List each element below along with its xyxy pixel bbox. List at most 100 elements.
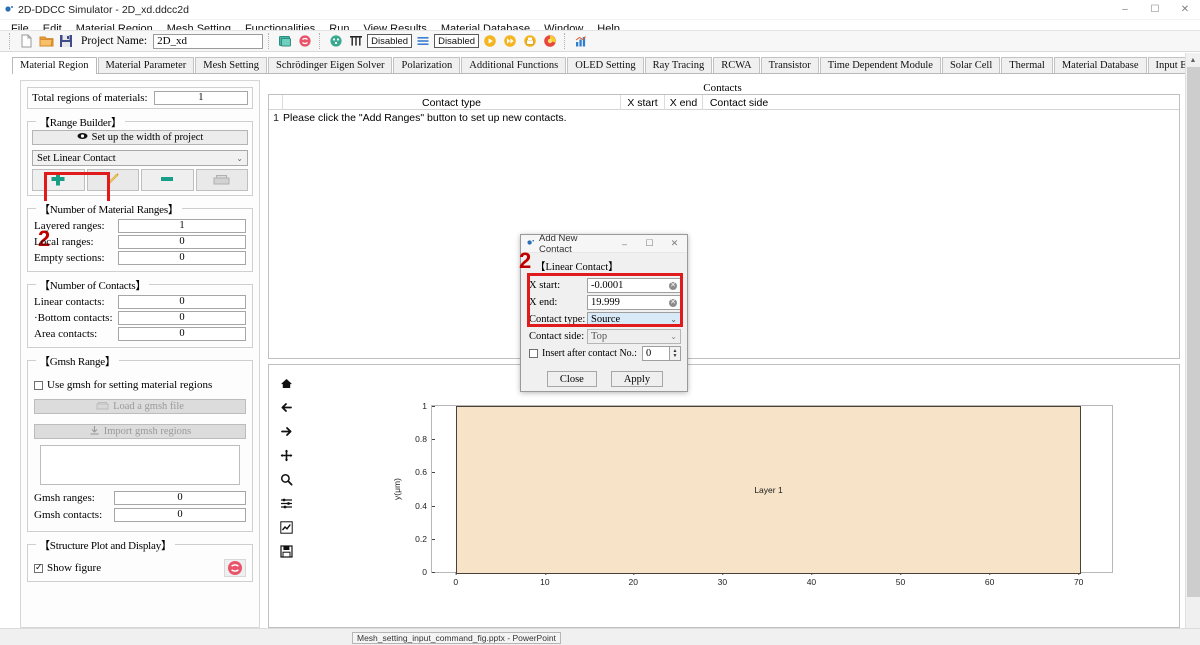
tab-rcwa[interactable]: RCWA [713,57,760,73]
project-name-input[interactable]: 2D_xd [153,33,264,49]
structure-icon[interactable] [276,32,294,50]
gmsh-range-group: 【Gmsh Range】 Use gmsh for setting materi… [27,353,253,532]
edit-axis-icon[interactable] [278,519,294,535]
forward-arrow-icon[interactable] [278,423,294,439]
tab-oled-setting[interactable]: OLED Setting [567,57,644,73]
matplotlib-toolbar [275,375,297,559]
dialog-maximize-button[interactable]: ☐ [637,238,662,249]
minimize-button[interactable]: – [1110,0,1140,20]
refresh-icon[interactable] [296,32,314,50]
stepper-down-icon[interactable]: ▼ [673,354,678,359]
zoom-icon[interactable] [278,471,294,487]
step-marker-dialog: 2 [519,248,532,273]
x-tick: 30 [718,572,727,587]
save-icon[interactable] [57,32,75,50]
column-x-start[interactable]: X start [621,95,665,110]
run-next-icon[interactable] [501,32,519,50]
gmsh-ranges-input[interactable]: 0 [114,491,246,505]
empty-sections-input[interactable]: 0 [118,251,246,265]
layered-ranges-input[interactable]: 1 [118,219,246,233]
insert-after-label: Insert after contact No.: [542,348,637,359]
taskbar-item-powerpoint[interactable]: Mesh_setting_input_command_fig.pptx - Po… [352,632,561,644]
new-file-icon[interactable] [17,32,35,50]
dialog-close-button[interactable]: ✕ [662,238,687,249]
minus-icon [159,171,175,190]
import-gmsh-regions-button[interactable]: Import gmsh regions [34,424,246,439]
gmsh-contacts-input[interactable]: 0 [114,508,246,522]
tab-material-region[interactable]: Material Region [12,57,97,74]
tab-transistor[interactable]: Transistor [760,57,819,73]
tab-thermal[interactable]: Thermal [1001,57,1053,73]
linear-contacts-input[interactable]: 0 [118,295,246,309]
contacts-table: Contact type X start X end Contact side … [268,94,1180,359]
refresh-plot-icon[interactable] [224,559,246,577]
tab-mesh-setting[interactable]: Mesh Setting [195,57,267,73]
contact-side-value: Top [591,331,608,342]
page-scrollbar[interactable]: ▲ ▼ [1185,53,1200,638]
back-arrow-icon[interactable] [278,399,294,415]
mesh-status-box[interactable]: Disabled [367,34,413,48]
tab-schrodinger-eigen-solver[interactable]: Schrödinger Eigen Solver [268,57,393,73]
table-row[interactable]: 1 Please click the "Add Ranges" button t… [269,110,1179,125]
load-gmsh-file-button[interactable]: Load a gmsh file [34,399,246,414]
row-message: Please click the "Add Ranges" button to … [283,111,567,124]
bottom-contacts-input[interactable]: 0 [118,311,246,325]
use-gmsh-checkbox[interactable] [34,380,43,390]
stop-icon[interactable] [541,32,559,50]
column-contact-side[interactable]: Contact side [703,95,775,110]
application-window: 2D-DDCC Simulator - 2D_xd.ddcc2d – ☐ ✕ F… [0,0,1200,645]
insert-after-input[interactable]: 0 [642,346,670,361]
save-figure-icon[interactable] [278,543,294,559]
dialog-minimize-button[interactable]: – [612,239,637,249]
mesh-icon[interactable] [327,32,345,50]
layer-region-1[interactable]: Layer 1 [456,406,1081,574]
pan-icon[interactable] [278,447,294,463]
area-contacts-input[interactable]: 0 [118,327,246,341]
main-toolbar: Project Name: 2D_xd Disabled Disabled [0,30,1200,52]
run-icon[interactable] [481,32,499,50]
apply-button[interactable]: Apply [610,371,664,387]
export-icon[interactable] [521,32,539,50]
gmsh-contacts-label: Gmsh contacts: [34,509,103,521]
close-button[interactable]: Close [546,371,597,387]
configure-subplots-icon[interactable] [278,495,294,511]
window-controls: – ☐ ✕ [1110,0,1200,20]
column-contact-type[interactable]: Contact type [283,95,621,110]
contact-mode-value: Set Linear Contact [37,152,116,164]
gmsh-ranges-label: Gmsh ranges: [34,492,95,504]
material-ranges-title: 【Number of Material Ranges】 [36,201,182,217]
list-icon[interactable] [414,32,432,50]
open-folder-icon[interactable] [37,32,55,50]
second-status-box[interactable]: Disabled [434,34,480,48]
gmsh-file-list[interactable] [40,445,240,485]
tab-time-dependent-module[interactable]: Time Dependent Module [819,57,941,73]
maximize-button[interactable]: ☐ [1140,0,1170,20]
show-figure-checkbox[interactable] [34,562,43,573]
scrollbar-thumb[interactable] [1187,67,1200,597]
insert-after-stepper[interactable]: ▲ ▼ [670,346,681,361]
insert-after-checkbox[interactable] [529,349,538,358]
set-width-button[interactable]: Set up the width of project [32,130,248,145]
tab-additional-functions[interactable]: Additional Functions [461,57,567,73]
contact-side-combo[interactable]: Top ⌄ [587,329,681,344]
structure-plot-title: 【Structure Plot and Display】 [36,537,175,553]
tab-material-parameter[interactable]: Material Parameter [97,57,195,73]
contact-mode-combo[interactable]: Set Linear Contact ⌄ [32,150,248,166]
local-ranges-input[interactable]: 0 [118,235,246,249]
tab-ray-tracing[interactable]: Ray Tracing [644,57,713,73]
x-tick: 70 [1074,572,1083,587]
load-range-button[interactable] [195,169,248,191]
total-regions-input[interactable]: 1 [153,91,248,105]
plot-axes[interactable]: y(μm) 1 0.8 0.6 0.4 0.2 0 0 10 20 30 40 … [392,401,1113,587]
tab-polarization[interactable]: Polarization [393,57,461,73]
column-x-end[interactable]: X end [665,95,703,110]
delete-range-button[interactable] [141,169,194,191]
home-icon[interactable] [278,375,294,391]
close-button[interactable]: ✕ [1170,0,1200,20]
tab-material-database[interactable]: Material Database [1053,57,1147,73]
scroll-up-icon[interactable]: ▲ [1186,53,1200,67]
grid-icon[interactable] [347,32,365,50]
area-contacts-label: Area contacts: [34,328,98,340]
tab-solar-cell[interactable]: Solar Cell [941,57,1001,73]
chart-icon[interactable] [572,32,590,50]
